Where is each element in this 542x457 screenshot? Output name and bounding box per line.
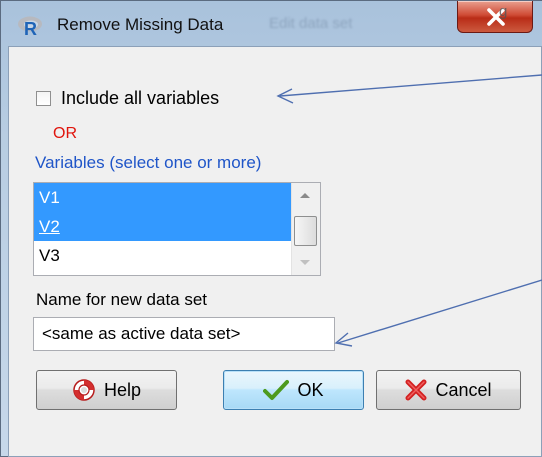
list-item[interactable]: V1 xyxy=(34,183,291,212)
help-button-label: Help xyxy=(103,379,142,400)
variables-label: Variables (select one or more) xyxy=(35,153,262,172)
lifebuoy-icon xyxy=(72,378,96,402)
x-mark-icon xyxy=(405,379,427,401)
close-button[interactable] xyxy=(457,1,533,33)
r-logo-icon: R xyxy=(17,15,45,39)
list-item[interactable]: V3 xyxy=(34,241,291,270)
or-separator: OR xyxy=(53,125,77,142)
ok-button[interactable]: OK xyxy=(223,370,364,410)
scroll-down-icon[interactable] xyxy=(300,260,310,265)
corner-glyph: g xyxy=(499,3,508,20)
scroll-thumb[interactable] xyxy=(294,216,317,246)
include-all-checkbox[interactable] xyxy=(36,90,51,106)
cancel-button-label: Cancel xyxy=(435,379,492,400)
list-item[interactable]: V2 xyxy=(34,212,291,241)
scroll-up-icon[interactable] xyxy=(300,193,310,198)
dataset-name-input[interactable] xyxy=(33,317,335,351)
checkmark-icon xyxy=(263,379,290,401)
window-title: Remove Missing Data xyxy=(57,15,224,34)
title-bar[interactable]: Edit data set R Remove Missing Data g xyxy=(1,1,542,47)
ok-button-label: OK xyxy=(297,379,324,400)
listbox-scrollbar[interactable] xyxy=(291,183,320,275)
svg-text:R: R xyxy=(24,19,37,37)
dialog-body: Include all variables OR Variables (sele… xyxy=(8,46,542,457)
background-window-title: Edit data set xyxy=(269,15,353,32)
include-all-label[interactable]: Include all variables xyxy=(61,88,219,109)
variables-listbox[interactable]: V1 V2 V3 xyxy=(33,182,321,276)
cancel-button[interactable]: Cancel xyxy=(376,370,521,410)
help-button[interactable]: Help xyxy=(36,370,177,410)
dataset-name-label: Name for new data set xyxy=(36,290,208,309)
include-all-option[interactable]: Include all variables xyxy=(36,86,219,110)
